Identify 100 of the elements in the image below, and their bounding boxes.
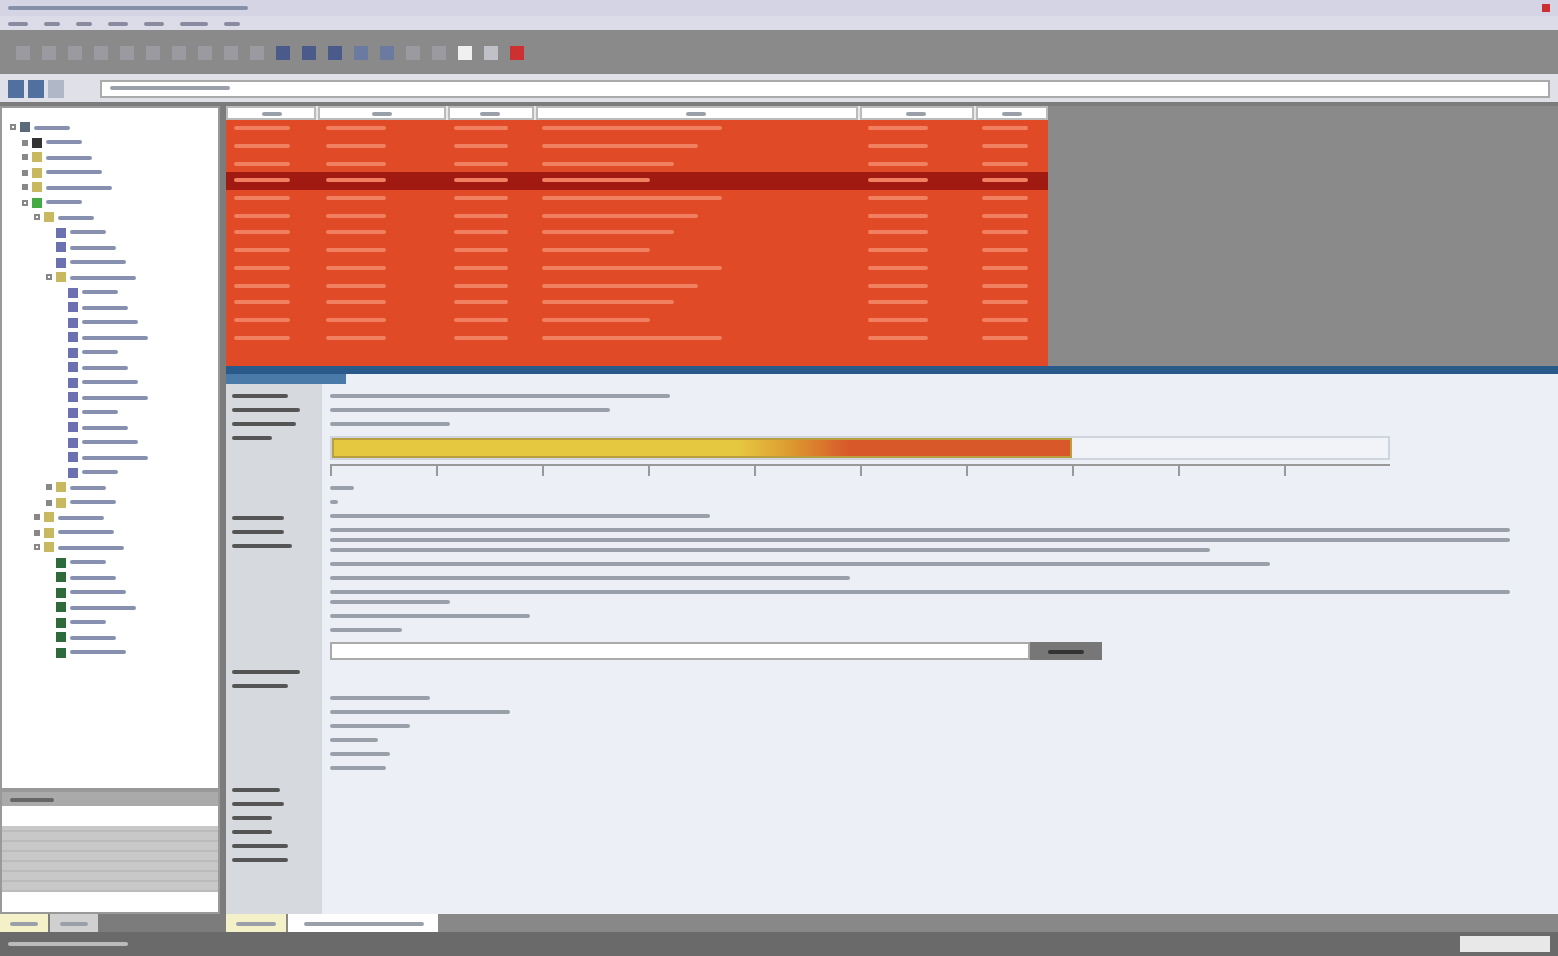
blurred-text-drawing <box>867 126 928 131</box>
blurred-text-drawing <box>982 283 1028 288</box>
column-header[interactable] <box>318 106 446 120</box>
blurred-text-drawing <box>82 350 118 355</box>
tree-node-icon <box>44 542 54 553</box>
column-header[interactable] <box>447 106 534 120</box>
view-tab[interactable] <box>226 914 286 932</box>
status-field <box>1460 936 1550 952</box>
tree-node-icon <box>68 452 78 463</box>
blurred-text-drawing <box>58 545 124 550</box>
blurred-text-drawing <box>454 161 508 166</box>
forward-icon[interactable] <box>28 79 44 97</box>
tree-node-icon <box>32 182 42 193</box>
blurred-text-drawing <box>58 515 104 520</box>
blurred-text-drawing <box>867 230 928 235</box>
expander-icon[interactable] <box>10 124 16 131</box>
blurred-text-drawing <box>867 178 928 183</box>
blurred-text-drawing <box>234 161 290 166</box>
blurred-text-drawing <box>234 126 290 131</box>
blurred-text-drawing <box>70 605 136 610</box>
blurred-text-drawing <box>454 144 508 149</box>
blurred-text-drawing <box>46 170 102 175</box>
blurred-text-drawing <box>867 248 928 253</box>
expander-icon[interactable] <box>46 499 52 506</box>
blurred-text-drawing <box>867 144 928 149</box>
blurred-text-drawing <box>867 196 928 201</box>
blurred-text-drawing <box>325 265 386 270</box>
blurred-text-drawing <box>982 265 1028 270</box>
blurred-text-drawing <box>70 590 126 595</box>
tree-node-icon <box>56 557 66 568</box>
blurred-text-drawing <box>234 265 290 270</box>
blurred-text-drawing <box>867 317 928 322</box>
blurred-text-drawing <box>325 144 386 149</box>
expander-icon[interactable] <box>22 199 28 206</box>
blurred-text-drawing <box>325 196 386 201</box>
blurred-text-drawing <box>70 245 116 250</box>
expander-icon[interactable] <box>34 514 40 521</box>
blurred-text-drawing <box>70 500 116 505</box>
expander-icon[interactable] <box>34 529 40 536</box>
blurred-text-drawing <box>234 335 290 340</box>
blurred-text-drawing <box>70 485 106 490</box>
column-header[interactable] <box>535 106 858 120</box>
tree-node-icon <box>56 647 66 658</box>
blurred-text-drawing <box>325 161 386 166</box>
blurred-text-drawing <box>982 300 1028 305</box>
tree-node-icon <box>68 317 78 328</box>
expander-icon[interactable] <box>34 544 40 551</box>
blurred-text-drawing <box>454 248 508 253</box>
blurred-text-drawing <box>454 230 508 235</box>
address-field[interactable] <box>100 79 1550 97</box>
blurred-text-drawing <box>325 317 386 322</box>
blurred-text-drawing <box>867 283 928 288</box>
blurred-text-drawing <box>58 530 114 535</box>
blurred-text-drawing <box>234 283 290 288</box>
blurred-text-drawing <box>234 144 290 149</box>
annotation-field[interactable] <box>330 642 1030 660</box>
tree-node-icon <box>68 287 78 298</box>
expander-icon[interactable] <box>34 214 40 221</box>
expander-icon[interactable] <box>46 274 52 281</box>
blurred-text-drawing <box>867 300 928 305</box>
tree-node-icon <box>68 332 78 343</box>
panel-tab[interactable] <box>0 914 48 932</box>
panel-tab[interactable] <box>50 914 98 932</box>
blurred-text-drawing <box>325 178 386 183</box>
expander-icon[interactable] <box>22 169 28 176</box>
save-button[interactable] <box>1030 642 1102 660</box>
blurred-text-drawing <box>541 178 650 183</box>
tree-node-icon <box>44 527 54 538</box>
blurred-text-drawing <box>454 283 508 288</box>
expander-icon[interactable] <box>46 484 52 491</box>
column-header[interactable] <box>226 106 317 120</box>
tree-node-icon <box>68 437 78 448</box>
view-tab[interactable] <box>288 914 438 932</box>
expander-icon[interactable] <box>22 139 28 146</box>
tree-node-icon <box>68 392 78 403</box>
tree-node-icon <box>56 257 66 268</box>
column-header[interactable] <box>860 106 974 120</box>
tree-node-icon <box>68 302 78 313</box>
blurred-text-drawing <box>325 283 386 288</box>
tree-node-icon <box>68 362 78 373</box>
column-header[interactable] <box>975 106 1048 120</box>
blurred-text-drawing <box>82 335 148 340</box>
expander-icon[interactable] <box>22 154 28 161</box>
blurred-text-drawing <box>82 425 128 430</box>
tree-node-icon <box>32 167 42 178</box>
blurred-text-drawing <box>82 290 118 295</box>
table-row[interactable] <box>226 172 1048 190</box>
blurred-text-drawing <box>82 305 128 310</box>
blurred-text-drawing <box>58 215 94 220</box>
blurred-text-drawing <box>867 265 928 270</box>
blurred-text-drawing <box>70 260 126 265</box>
blurred-text-drawing <box>234 196 290 201</box>
blurred-text-drawing <box>867 213 928 218</box>
blurred-text-drawing <box>541 161 674 166</box>
back-icon[interactable] <box>8 79 24 97</box>
blurred-text-drawing <box>70 230 106 235</box>
expander-icon[interactable] <box>22 184 28 191</box>
close-icon[interactable] <box>1542 4 1550 12</box>
blurred-text-drawing <box>454 300 508 305</box>
blurred-text-drawing <box>454 335 508 340</box>
